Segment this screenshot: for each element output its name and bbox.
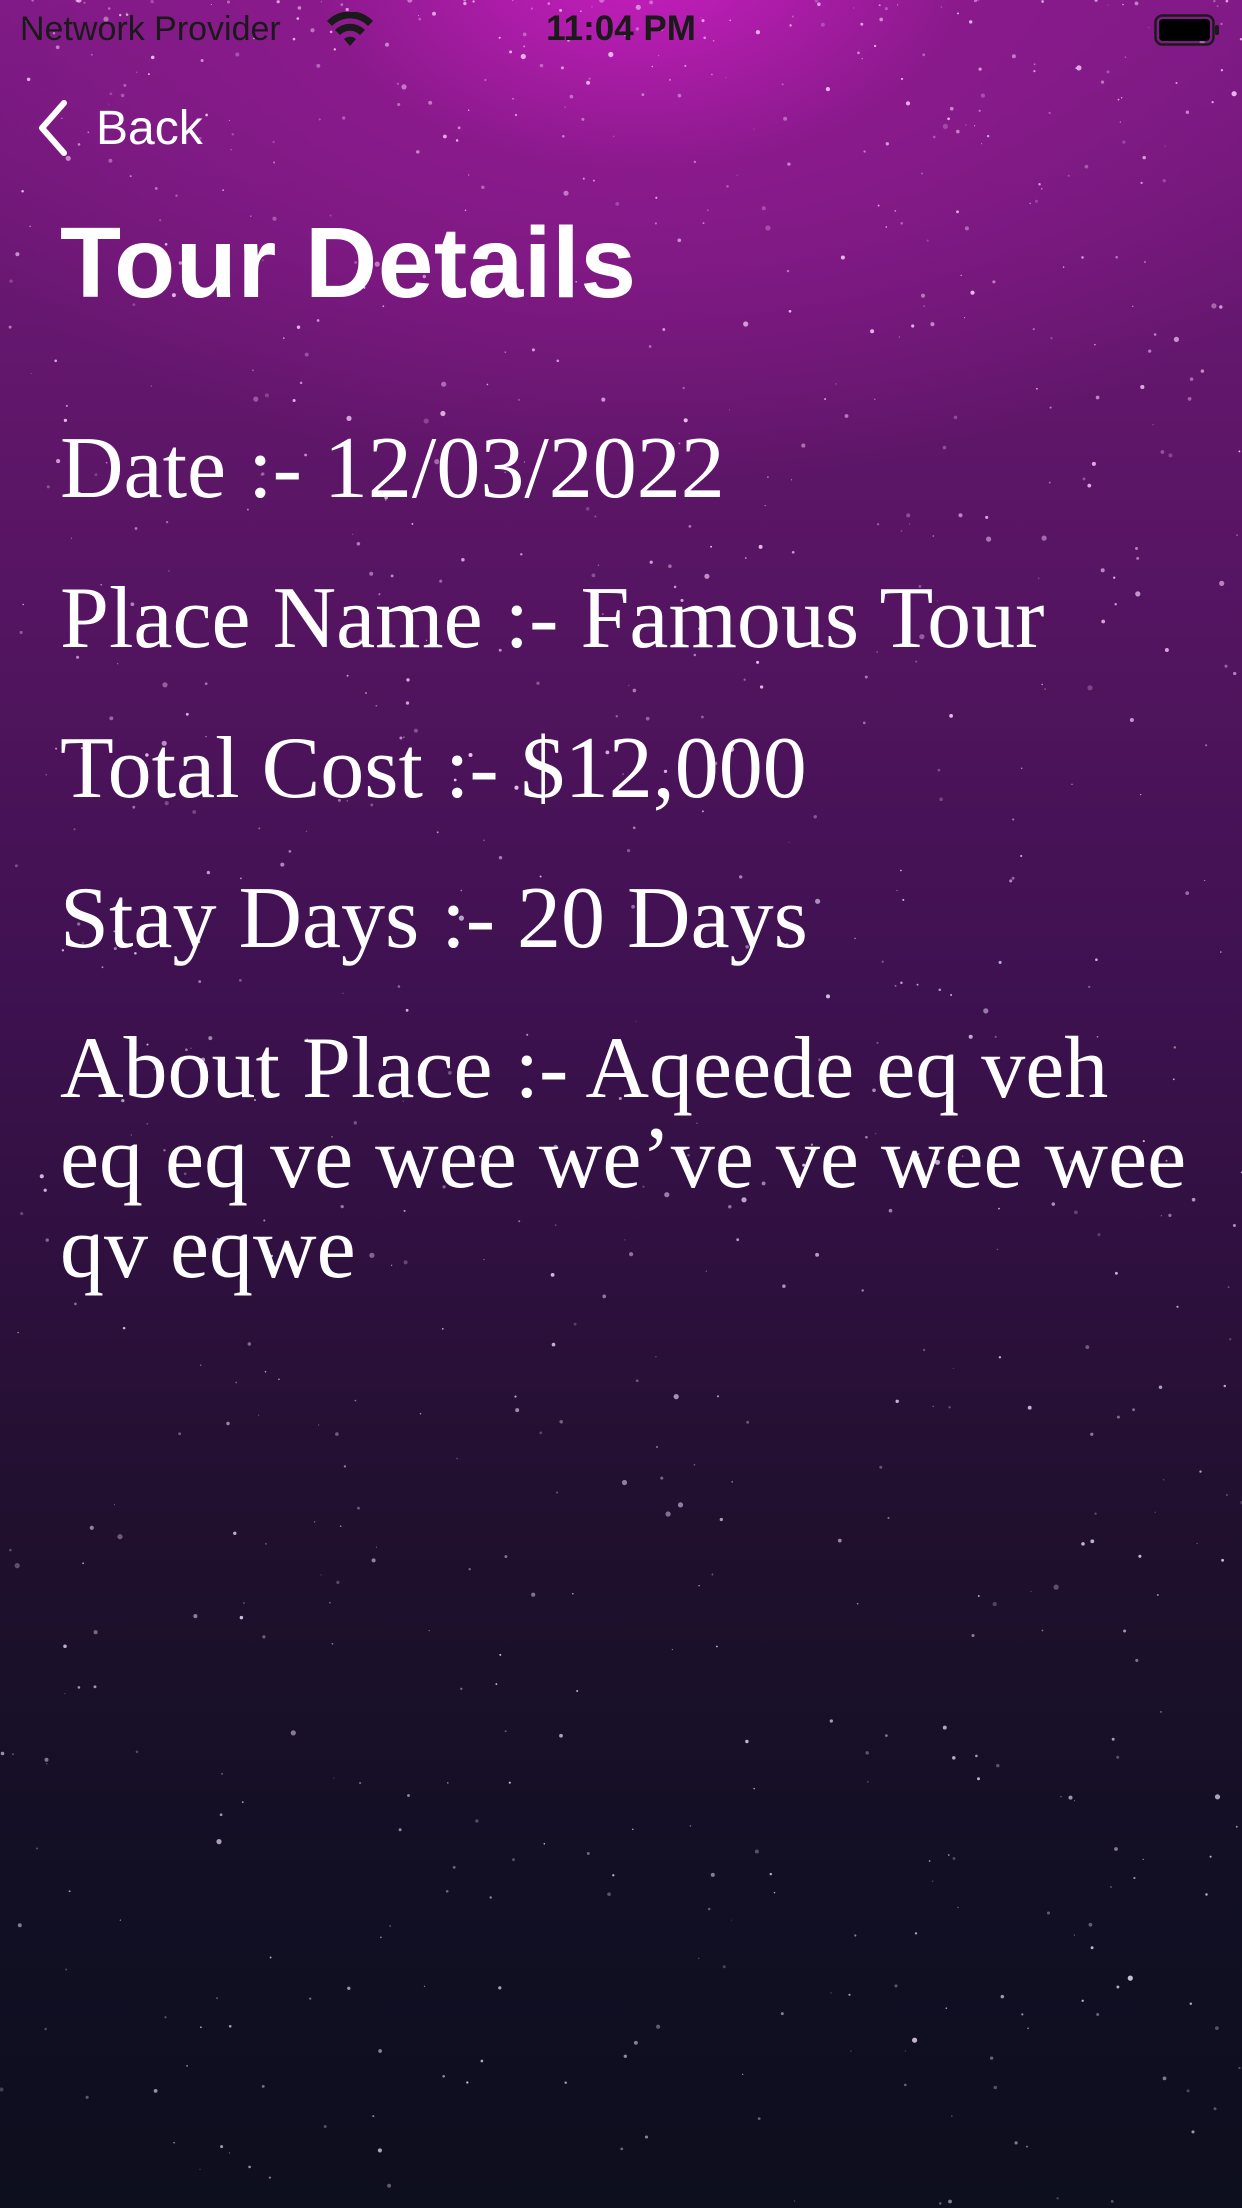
detail-date: Date :- 12/03/2022: [60, 420, 725, 517]
back-button[interactable]: Back: [36, 96, 203, 160]
detail-place-name: Place Name :- Famous Tour: [60, 570, 1045, 667]
detail-total-cost: Total Cost :- $12,000: [60, 720, 807, 817]
detail-about-place: About Place :- Aqeede eq veh eq eq ve we…: [60, 1020, 1187, 1297]
battery-icon: [1154, 14, 1219, 46]
tour-details-list: Date :- 12/03/2022 Place Name :- Famous …: [60, 424, 1200, 1354]
status-bar: Network Provider 11:04 PM: [0, 0, 1242, 62]
page-title: Tour Details: [60, 207, 637, 319]
back-label: Back: [96, 101, 203, 155]
chevron-left-icon: [39, 100, 67, 156]
detail-stay-days: Stay Days :- 20 Days: [60, 870, 808, 967]
tour-details-screen: Network Provider 11:04 PM Back Tour Deta…: [0, 0, 1242, 2208]
status-time: 11:04 PM: [546, 9, 696, 48]
